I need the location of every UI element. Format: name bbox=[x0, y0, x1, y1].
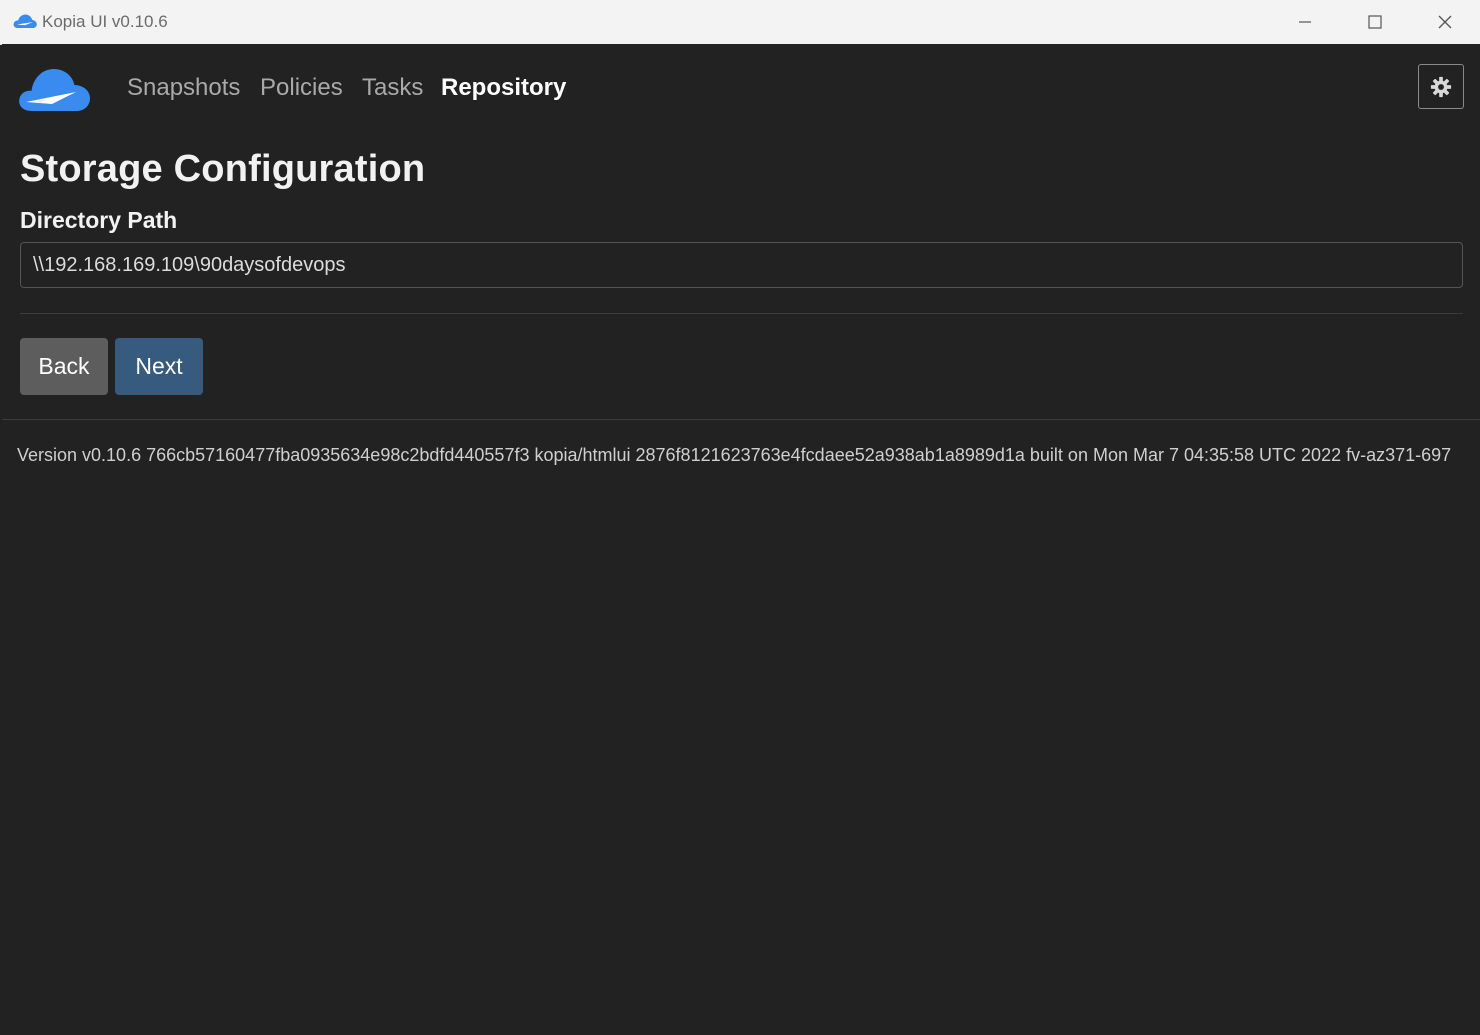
directory-path-label: Directory Path bbox=[20, 207, 178, 233]
kopia-logo-icon[interactable] bbox=[18, 65, 92, 115]
directory-path-input[interactable] bbox=[20, 242, 1463, 288]
minimize-button[interactable] bbox=[1270, 0, 1340, 44]
settings-button[interactable] bbox=[1418, 64, 1464, 109]
close-button[interactable] bbox=[1410, 0, 1480, 44]
next-button[interactable]: Next bbox=[115, 338, 203, 395]
back-button[interactable]: Back bbox=[20, 338, 108, 395]
nav-policies[interactable]: Policies bbox=[260, 74, 343, 102]
maximize-icon bbox=[1368, 15, 1382, 29]
window-titlebar: Kopia UI v0.10.6 bbox=[0, 0, 1480, 45]
nav-snapshots[interactable]: Snapshots bbox=[127, 74, 240, 102]
kopia-title-icon bbox=[13, 14, 37, 28]
page-title: Storage Configuration bbox=[20, 148, 426, 190]
close-icon bbox=[1438, 15, 1452, 29]
window-title: Kopia UI v0.10.6 bbox=[42, 12, 168, 31]
app-content: Snapshots Policies Tasks Repository Stor… bbox=[2, 44, 1480, 1035]
footer-divider bbox=[2, 419, 1480, 420]
gear-icon bbox=[1430, 76, 1452, 97]
nav-tasks[interactable]: Tasks bbox=[362, 74, 423, 102]
minimize-icon bbox=[1299, 21, 1311, 23]
maximize-button[interactable] bbox=[1340, 0, 1410, 44]
version-info: Version v0.10.6 766cb57160477fba0935634e… bbox=[17, 445, 1452, 465]
nav-repository[interactable]: Repository bbox=[441, 74, 566, 102]
divider bbox=[20, 313, 1463, 314]
